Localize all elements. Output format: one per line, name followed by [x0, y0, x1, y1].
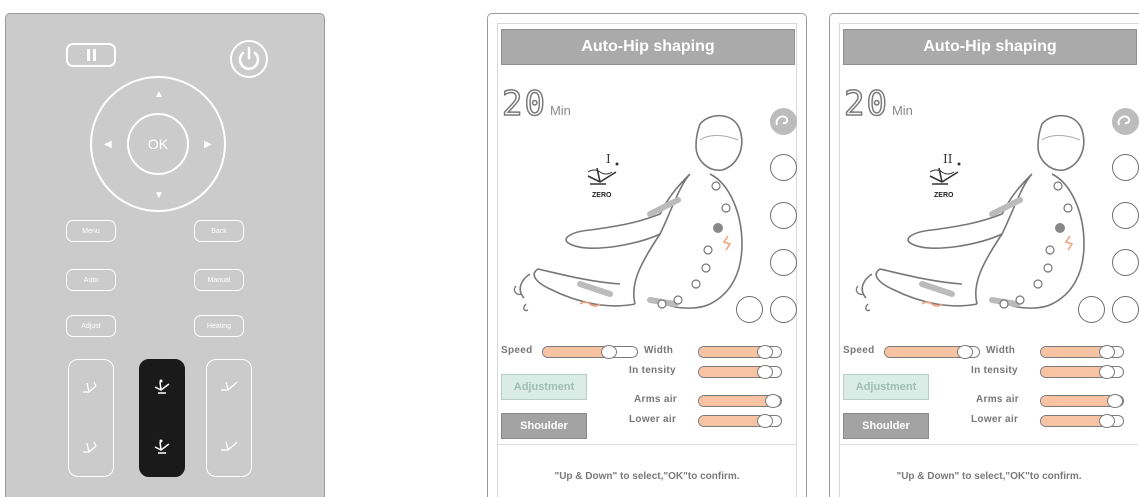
zero-gravity-icon: [154, 439, 170, 454]
power-icon: [238, 46, 260, 70]
slider-fill: [699, 396, 773, 406]
remote-control: ▲ ▼ ◀ ▶ OK Menu Back Auto Manual Adjust …: [5, 13, 325, 497]
option-circle[interactable]: [1078, 296, 1105, 323]
option-circle[interactable]: [1112, 154, 1139, 181]
slider-knob[interactable]: [600, 345, 617, 359]
slider-fill: [699, 347, 765, 357]
backrest-recline-button[interactable]: [68, 359, 114, 477]
display-screen: Auto-Hip shaping 20 Min II ZERO Speed Wi…: [829, 13, 1139, 497]
direction-pad: ▲ ▼ ◀ ▶ OK: [90, 76, 226, 212]
slider-fill: [543, 347, 609, 357]
lower-air-slider[interactable]: [698, 414, 782, 428]
intensity-slider[interactable]: [1040, 365, 1124, 379]
divider: [498, 444, 796, 445]
option-circle[interactable]: [770, 249, 797, 276]
adjustment-button[interactable]: Adjustment: [501, 374, 587, 400]
swirl-icon: [1117, 115, 1131, 126]
heating-button[interactable]: Heating: [194, 315, 244, 337]
arms-air-label: Arms air: [634, 394, 677, 405]
body-figure-icon: [855, 114, 1085, 312]
swirl-icon: [775, 115, 789, 126]
slider-fill: [1041, 416, 1107, 426]
arrow-down-icon[interactable]: ▼: [154, 191, 164, 201]
program-title: Auto-Hip shaping: [843, 29, 1137, 65]
intensity-label: In tensity: [629, 365, 676, 376]
slider-knob[interactable]: [956, 345, 973, 359]
mode-icon[interactable]: [770, 108, 797, 135]
arrow-right-icon[interactable]: ▶: [204, 140, 212, 150]
instruction-text: "Up & Down" to select,"OK"to confirm.: [554, 471, 740, 482]
manual-button[interactable]: Manual: [194, 269, 244, 291]
slider-knob[interactable]: [1098, 414, 1115, 428]
option-circle[interactable]: [1112, 249, 1139, 276]
display-screen: Auto-Hip shaping 20 Min I ZERO Speed Wid…: [487, 13, 807, 497]
recline-down-icon: [83, 441, 97, 453]
zero-gravity-button[interactable]: [139, 359, 185, 477]
speed-label: Speed: [843, 345, 875, 356]
zero-gravity-icon: [154, 379, 170, 394]
width-slider[interactable]: [698, 345, 782, 359]
speed-label: Speed: [501, 345, 533, 356]
slider-fill: [1041, 367, 1107, 377]
width-label: Width: [986, 345, 1016, 356]
slider-knob[interactable]: [756, 414, 773, 428]
legrest-button[interactable]: [206, 359, 252, 477]
legrest-down-icon: [221, 441, 238, 451]
display-panel: Auto-Hip shaping 20 Min II ZERO Speed Wi…: [839, 23, 1139, 497]
intensity-slider[interactable]: [698, 365, 782, 379]
option-circle[interactable]: [770, 202, 797, 229]
shoulder-button[interactable]: Shoulder: [843, 413, 929, 439]
arms-air-slider[interactable]: [1040, 394, 1124, 408]
auto-button[interactable]: Auto: [66, 269, 116, 291]
slider-knob[interactable]: [765, 394, 781, 408]
lower-air-label: Lower air: [629, 414, 677, 425]
option-circle[interactable]: [736, 296, 763, 323]
slider-fill: [1041, 347, 1107, 357]
option-circle[interactable]: [770, 154, 797, 181]
power-button[interactable]: [230, 40, 268, 78]
slider-knob[interactable]: [1098, 365, 1115, 379]
back-button[interactable]: Back: [194, 220, 244, 242]
slider-fill: [699, 367, 765, 377]
slider-knob[interactable]: [756, 345, 773, 359]
slider-fill: [699, 416, 765, 426]
option-circle[interactable]: [770, 296, 797, 323]
instruction-text: "Up & Down" to select,"OK"to confirm.: [896, 471, 1082, 482]
speed-slider[interactable]: [542, 345, 638, 359]
speed-slider[interactable]: [884, 345, 980, 359]
arrow-left-icon[interactable]: ◀: [104, 140, 112, 150]
legrest-up-icon: [221, 381, 238, 391]
width-label: Width: [644, 345, 674, 356]
option-circle[interactable]: [1112, 202, 1139, 229]
intensity-label: In tensity: [971, 365, 1018, 376]
lower-air-slider[interactable]: [1040, 414, 1124, 428]
menu-button[interactable]: Menu: [66, 220, 116, 242]
adjustment-button[interactable]: Adjustment: [843, 374, 929, 400]
program-title: Auto-Hip shaping: [501, 29, 795, 65]
width-slider[interactable]: [1040, 345, 1124, 359]
slider-knob[interactable]: [756, 365, 773, 379]
divider: [840, 444, 1138, 445]
slider-knob[interactable]: [1107, 394, 1123, 408]
adjust-button[interactable]: Adjust: [66, 315, 116, 337]
arrow-up-icon[interactable]: ▲: [154, 90, 164, 100]
lower-air-label: Lower air: [971, 414, 1019, 425]
body-figure-icon: [513, 114, 743, 312]
shoulder-button[interactable]: Shoulder: [501, 413, 587, 439]
slider-fill: [885, 347, 965, 357]
slider-knob[interactable]: [1098, 345, 1115, 359]
slider-fill: [1041, 396, 1115, 406]
arms-air-label: Arms air: [976, 394, 1019, 405]
display-panel: Auto-Hip shaping 20 Min I ZERO Speed Wid…: [497, 23, 797, 497]
pause-button[interactable]: [66, 43, 116, 67]
mode-icon[interactable]: [1112, 108, 1139, 135]
ok-button[interactable]: OK: [127, 113, 189, 175]
option-circle[interactable]: [1112, 296, 1139, 323]
recline-up-icon: [83, 381, 97, 393]
arms-air-slider[interactable]: [698, 394, 782, 408]
